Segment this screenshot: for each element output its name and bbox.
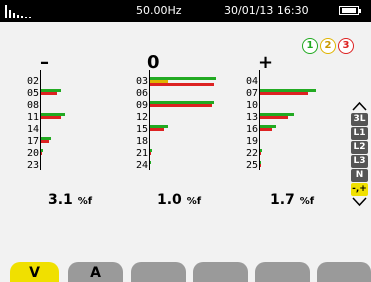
harmonic-rank-label: 18 xyxy=(135,136,148,147)
harmonic-bar-phase1 xyxy=(150,101,214,104)
tab-empty-5[interactable] xyxy=(255,262,310,282)
selector-3l[interactable]: 3L xyxy=(351,113,368,126)
zero-harmonic-labels: 03 06 09 12 15 18 21 24 xyxy=(128,76,148,172)
harmonic-bar-phase1 xyxy=(260,113,294,116)
harmonic-rank-label: 06 xyxy=(135,88,148,99)
selector-l2[interactable]: L2 xyxy=(351,141,368,154)
harmonics-screen: 50.00Hz 30/01/13 16:30 1 2 3 – 02 05 08 … xyxy=(0,0,371,282)
datetime-readout: 30/01/13 16:30 xyxy=(224,4,309,17)
harmonic-bar-phase3 xyxy=(260,164,261,167)
harmonic-bar-phase1 xyxy=(41,89,61,92)
harmonic-rank-label: 07 xyxy=(245,88,258,99)
selector-l3[interactable]: L3 xyxy=(351,155,368,168)
sequence-selector: 3L L1 L2 L3 N -,+ xyxy=(350,100,369,208)
harmonic-bar-phase3 xyxy=(260,128,272,131)
harmonic-rank-label: 20 xyxy=(26,148,39,159)
chevron-down-icon[interactable] xyxy=(350,196,369,208)
positive-unbalance-value: 1.7 %f xyxy=(270,192,314,208)
harmonic-bar-phase1 xyxy=(260,89,316,92)
zero-value-number: 1.0 xyxy=(157,192,182,208)
harmonic-bar-phase1 xyxy=(260,125,276,128)
harmonic-rank-label: 05 xyxy=(26,88,39,99)
harmonic-rank-label: 21 xyxy=(135,148,148,159)
selector-sequence[interactable]: -,+ xyxy=(351,183,368,196)
tab-empty-4[interactable] xyxy=(193,262,248,282)
harmonic-rank-label: 03 xyxy=(135,76,148,87)
harmonic-bar-phase1 xyxy=(41,149,43,152)
harmonic-bar-phase3 xyxy=(150,152,151,155)
positive-harmonic-labels: 04 07 10 13 16 19 22 25 xyxy=(238,76,258,172)
harmonic-rank-label: 19 xyxy=(245,136,258,147)
harmonic-rank-label: 23 xyxy=(26,160,39,171)
harmonic-rank-label: 08 xyxy=(26,100,39,111)
harmonic-rank-label: 10 xyxy=(245,100,258,111)
zero-value-unit: %f xyxy=(186,196,202,207)
harmonic-bar-phase1 xyxy=(150,77,216,80)
harmonic-rank-label: 17 xyxy=(26,136,39,147)
harmonic-bar-phase1 xyxy=(150,125,168,128)
harmonic-rank-label: 14 xyxy=(26,124,39,135)
harmonic-rank-label: 11 xyxy=(26,112,39,123)
negative-value-unit: %f xyxy=(77,196,93,207)
harmonic-bar-phase3 xyxy=(150,83,214,86)
harmonic-bar-phase1 xyxy=(150,161,151,164)
selector-l1[interactable]: L1 xyxy=(351,127,368,140)
positive-value-unit: %f xyxy=(299,196,315,207)
negative-unbalance-value: 3.1 %f xyxy=(48,192,92,208)
harmonic-bar-phase3 xyxy=(41,92,57,95)
battery-icon xyxy=(339,6,361,15)
harmonic-bar-phase1 xyxy=(150,149,152,152)
phase-1-indicator[interactable]: 1 xyxy=(302,38,318,54)
harmonic-bar-phase3 xyxy=(260,92,308,95)
negative-harmonic-labels: 02 05 08 11 14 17 20 23 xyxy=(19,76,39,172)
harmonic-rank-label: 13 xyxy=(245,112,258,123)
harmonic-rank-label: 02 xyxy=(26,76,39,87)
status-bar: 50.00Hz 30/01/13 16:30 xyxy=(0,0,371,22)
positive-sequence-sign: + xyxy=(258,52,274,73)
harmonic-bar-phase1 xyxy=(260,149,262,152)
frequency-readout: 50.00Hz xyxy=(136,4,182,17)
positive-value-number: 1.7 xyxy=(270,192,295,208)
selector-n[interactable]: N xyxy=(351,169,368,182)
harmonic-bar-phase1 xyxy=(41,113,65,116)
zero-sequence-bars xyxy=(150,77,216,164)
harmonic-rank-label: 22 xyxy=(245,148,258,159)
phase-2-indicator[interactable]: 2 xyxy=(320,38,336,54)
harmonic-bar-phase2 xyxy=(150,80,168,83)
negative-value-number: 3.1 xyxy=(48,192,73,208)
harmonic-rank-label: 12 xyxy=(135,112,148,123)
harmonic-bar-phase3 xyxy=(150,104,212,107)
tab-empty-6[interactable] xyxy=(317,262,371,282)
harmonic-bar-phase3 xyxy=(150,128,164,131)
chevron-up-icon[interactable] xyxy=(350,100,369,112)
harmonic-rank-label: 16 xyxy=(245,124,258,135)
harmonic-bar-phase3 xyxy=(41,152,42,155)
harmonic-rank-label: 09 xyxy=(135,100,148,111)
tab-current[interactable]: A xyxy=(68,262,123,282)
harmonic-bar-phase3 xyxy=(41,140,49,143)
harmonic-rank-label: 04 xyxy=(245,76,258,87)
negative-sequence-sign: – xyxy=(40,52,49,73)
tab-empty-3[interactable] xyxy=(131,262,186,282)
harmonic-rank-label: 15 xyxy=(135,124,148,135)
harmonic-bar-phase3 xyxy=(260,116,288,119)
harmonic-bar-phase3 xyxy=(260,152,261,155)
harmonic-bar-phase1 xyxy=(41,137,51,140)
positive-sequence-bars xyxy=(260,89,316,167)
phase-3-indicator[interactable]: 3 xyxy=(338,38,354,54)
harmonic-rank-label: 25 xyxy=(245,160,258,171)
zero-unbalance-value: 1.0 %f xyxy=(157,192,201,208)
negative-sequence-bars xyxy=(41,89,65,155)
harmonic-rank-label: 24 xyxy=(135,160,148,171)
tab-voltage[interactable]: V xyxy=(10,262,59,282)
harmonic-bar-phase3 xyxy=(41,116,61,119)
harmonics-mode-icon xyxy=(5,5,31,18)
harmonic-bar-phase1 xyxy=(260,161,261,164)
